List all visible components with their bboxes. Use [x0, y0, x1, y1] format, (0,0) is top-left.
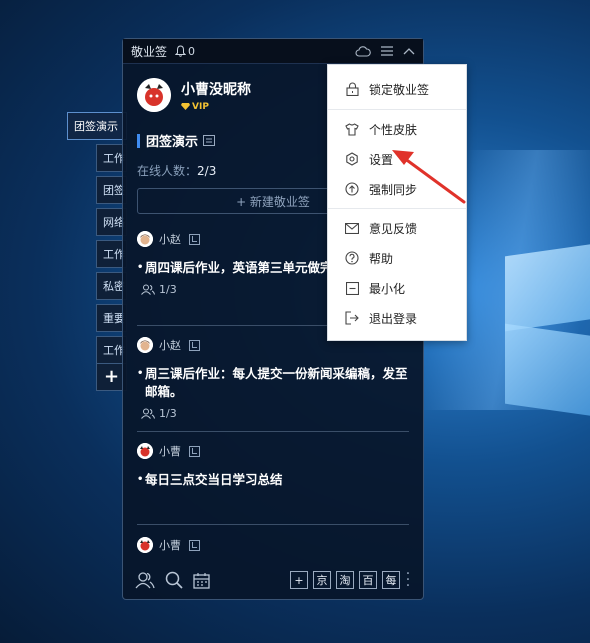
menu-icon[interactable] — [381, 46, 393, 56]
menu-item-skin[interactable]: 个性皮肤 — [328, 118, 466, 140]
lock-icon — [345, 82, 359, 96]
avatar — [137, 337, 153, 353]
daily-shortcut-button[interactable]: 每 — [382, 571, 400, 589]
title-bar: 敬业签 0 — [123, 39, 423, 64]
collapse-chevron-icon[interactable] — [403, 47, 415, 55]
logout-icon — [345, 311, 359, 325]
jd-shortcut-button[interactable]: 京 — [313, 571, 331, 589]
bottom-toolbar: + 京 淘 百 每 · · · — [123, 561, 423, 599]
minimize-icon — [345, 281, 359, 295]
note-item[interactable]: 小赵 周三课后作业：每人提交一份新闻采编稿，发至邮箱。 1/3 — [137, 337, 409, 420]
bell-icon — [175, 45, 187, 57]
note-doc-icon[interactable] — [189, 339, 200, 351]
more-options-icon[interactable]: · · · — [405, 567, 411, 593]
note-item[interactable]: 小曹 每日三点交当日学习总结 — [137, 443, 409, 489]
shirt-icon — [345, 122, 359, 136]
avatar — [137, 537, 153, 553]
annotation-arrow — [392, 150, 466, 204]
menu-divider — [328, 208, 466, 209]
note-doc-icon[interactable] — [189, 233, 200, 245]
add-shortcut-button[interactable]: + — [290, 571, 308, 589]
note-author: 小赵 — [159, 339, 181, 352]
note-read-count: 1/3 — [159, 407, 177, 420]
app-title: 敬业签 — [131, 44, 168, 59]
group-accent-bar — [137, 133, 140, 148]
menu-item-lock[interactable]: 锁定敬业签 — [328, 78, 466, 100]
menu-divider — [328, 109, 466, 110]
note-divider — [137, 431, 409, 432]
note-divider — [137, 524, 409, 525]
note-doc-icon[interactable] — [189, 445, 200, 457]
notification-bell[interactable]: 0 — [175, 45, 195, 58]
search-icon[interactable] — [165, 571, 183, 589]
taobao-shortcut-button[interactable]: 淘 — [336, 571, 354, 589]
users-icon — [141, 408, 155, 419]
menu-item-help[interactable]: 帮助 — [328, 247, 466, 269]
note-author: 小赵 — [159, 233, 181, 246]
menu-item-feedback[interactable]: 意见反馈 — [328, 217, 466, 239]
sync-icon — [345, 182, 359, 196]
note-item[interactable]: 小曹 — [137, 537, 409, 553]
note-read-count: 1/3 — [159, 283, 177, 296]
menu-item-minimize[interactable]: 最小化 — [328, 277, 466, 299]
notification-count: 0 — [188, 44, 196, 58]
tab-group-demo[interactable]: 团签演示 — [67, 112, 127, 140]
list-icon[interactable] — [203, 135, 216, 146]
help-icon — [345, 251, 359, 265]
note-text: 每日三点交当日学习总结 — [137, 471, 409, 489]
baidu-shortcut-button[interactable]: 百 — [359, 571, 377, 589]
group-name: 团签演示 — [146, 135, 199, 150]
note-author: 小曹 — [159, 445, 181, 458]
mail-icon — [345, 221, 359, 235]
contacts-icon[interactable] — [135, 571, 155, 589]
calendar-icon[interactable] — [193, 571, 210, 589]
desktop-logo-pane — [505, 243, 590, 332]
user-nickname: 小曹没昵称 — [181, 81, 251, 98]
vip-badge: VIP — [181, 102, 251, 112]
diamond-icon — [181, 103, 190, 110]
note-text: 周三课后作业：每人提交一份新闻采编稿，发至邮箱。 — [137, 365, 409, 401]
menu-item-logout[interactable]: 退出登录 — [328, 307, 466, 329]
cloud-sync-icon[interactable] — [355, 45, 371, 57]
avatar — [137, 231, 153, 247]
note-doc-icon[interactable] — [189, 539, 200, 551]
avatar — [137, 443, 153, 459]
avatar[interactable] — [137, 78, 171, 112]
note-author: 小曹 — [159, 539, 181, 552]
settings-icon — [345, 152, 359, 166]
desktop-logo-pane — [505, 323, 590, 417]
users-icon — [141, 284, 155, 295]
